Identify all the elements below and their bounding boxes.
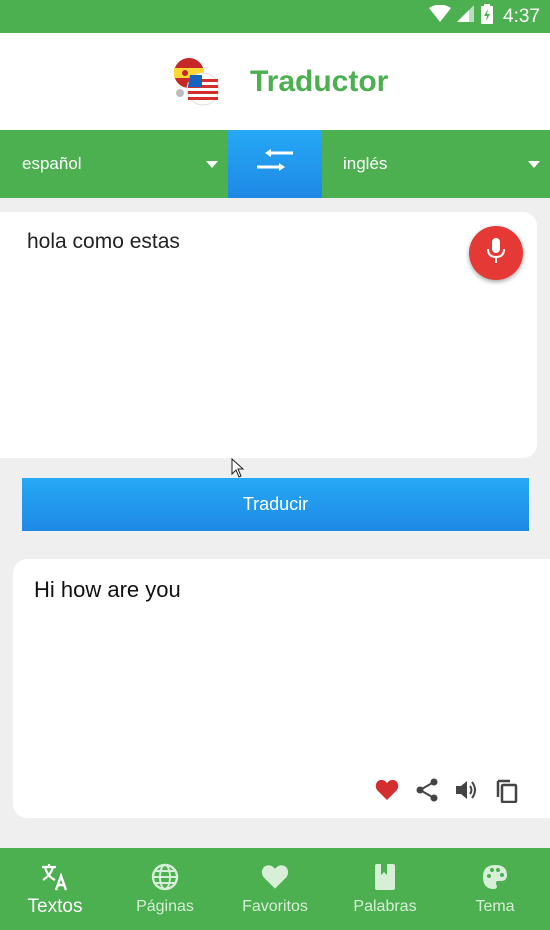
swap-arrows-icon [257, 148, 293, 180]
speaker-icon[interactable] [454, 777, 480, 803]
mouse-cursor-icon [231, 457, 245, 478]
target-language-label: inglés [343, 154, 388, 173]
share-icon[interactable] [414, 777, 440, 803]
battery-icon [481, 4, 494, 29]
signal-icon [457, 5, 475, 28]
nav-item-favoritos[interactable]: Favoritos [220, 848, 330, 930]
output-actions [374, 774, 520, 806]
status-icons: 4:37 [429, 0, 540, 33]
translate-button[interactable]: Traducir [22, 478, 529, 531]
microphone-button[interactable] [469, 226, 523, 280]
nav-item-textos[interactable]: Textos [0, 848, 110, 930]
app-bar: Traductor [0, 33, 550, 130]
translate-icon [40, 862, 70, 892]
heart-icon [260, 862, 290, 892]
status-bar: 4:37 [0, 0, 550, 33]
nav-item-palabras[interactable]: Palabras [330, 848, 440, 930]
nav-label-textos: Textos [27, 896, 83, 917]
favorite-heart-icon[interactable] [374, 777, 400, 803]
wifi-icon [429, 4, 452, 28]
input-text-field[interactable]: hola como estas [27, 230, 180, 254]
target-language-select[interactable]: inglés [322, 130, 550, 198]
status-time: 4:37 [503, 5, 540, 27]
nav-label-paginas: Páginas [136, 898, 194, 915]
nav-item-paginas[interactable]: Páginas [110, 848, 220, 930]
palette-icon [480, 862, 510, 892]
output-text: Hi how are you [34, 577, 181, 602]
nav-item-tema[interactable]: Tema [440, 848, 550, 930]
nav-label-tema: Tema [475, 898, 515, 915]
app-title: Traductor [250, 65, 389, 98]
globe-icon [150, 862, 180, 892]
microphone-icon [486, 237, 506, 269]
source-language-select[interactable]: español [0, 130, 228, 198]
chevron-down-icon [206, 161, 218, 168]
swap-languages-button[interactable] [228, 130, 322, 198]
nav-label-palabras: Palabras [353, 898, 417, 915]
copy-icon[interactable] [494, 777, 520, 803]
book-icon [370, 862, 400, 892]
nav-label-favoritos: Favoritos [242, 898, 308, 915]
source-language-label: español [22, 154, 82, 173]
flags-logo-icon [170, 55, 224, 109]
language-bar: español inglés [0, 130, 550, 198]
bottom-navigation: Textos Páginas Favoritos Palabras Tema [0, 848, 550, 930]
chevron-down-icon [528, 161, 540, 168]
